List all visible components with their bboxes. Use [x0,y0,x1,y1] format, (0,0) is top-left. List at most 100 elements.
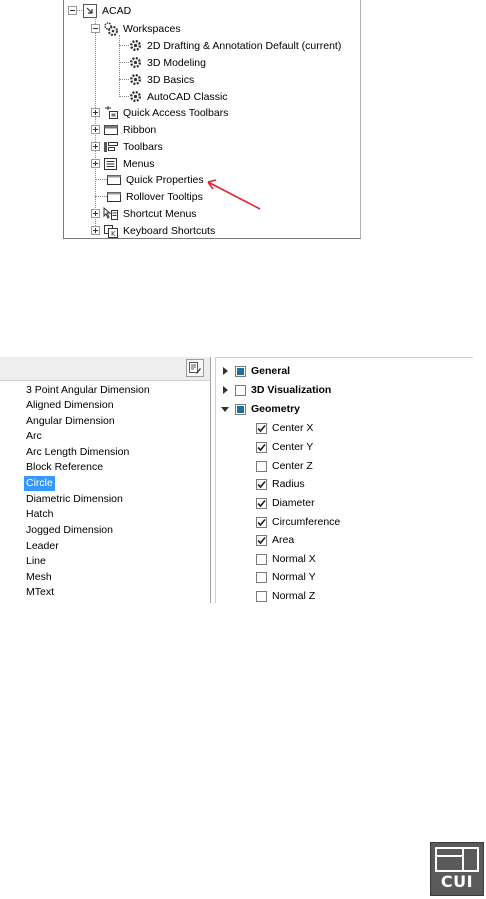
expand-toggle[interactable] [91,125,100,134]
property-center-z[interactable]: Center Z [256,457,313,475]
edit-object-type-list-button[interactable] [186,359,204,377]
tree-item-ribbon[interactable]: Ribbon [91,121,156,138]
property-area[interactable]: Area [256,531,294,549]
gear-icon [127,56,143,70]
property-label: Center Z [272,460,313,472]
tree-item-workspace[interactable]: AutoCAD Classic [127,88,228,105]
property-circumference[interactable]: Circumference [256,513,340,531]
expand-arrow-icon[interactable] [221,367,229,375]
category-label: General [251,365,291,377]
property-checkbox[interactable] [256,571,267,583]
category-checkbox[interactable] [235,365,246,377]
annotation-arrow [207,179,261,210]
tree-item-label: Quick Properties [126,173,204,186]
object-type-item[interactable]: Arc Length Dimension [24,445,131,460]
property-checkbox[interactable] [256,422,267,434]
tree-item-label: Workspaces [123,22,181,35]
property-label: Normal Y [272,571,316,583]
property-radius[interactable]: Radius [256,475,305,493]
tree-item-quick-access-toolbars[interactable]: Quick Access Toolbars [91,104,228,121]
object-type-item[interactable]: Aligned Dimension [24,398,116,413]
tree-item-workspace[interactable]: 3D Modeling [127,54,206,71]
object-type-item[interactable]: Diametric Dimension [24,492,125,507]
tree-item-shortcut-menus[interactable]: Shortcut Menus [91,205,197,222]
property-checkbox[interactable] [256,516,267,528]
tree-item-label: AutoCAD Classic [147,90,228,103]
category-general[interactable]: General [221,362,290,380]
property-checkbox[interactable] [256,590,267,602]
workspaces-gears-icon [103,21,119,36]
expand-toggle[interactable] [91,142,100,151]
object-type-item[interactable]: Arc [24,429,44,444]
property-checkbox[interactable] [256,553,267,565]
property-checkbox[interactable] [256,441,267,453]
property-center-x[interactable]: Center X [256,419,313,437]
property-checkbox[interactable] [256,478,267,490]
object-type-item[interactable]: 3 Point Angular Dimension [24,383,152,398]
tree-item-menus[interactable]: Menus [91,155,155,172]
property-checkbox[interactable] [256,497,267,509]
tree-item-label: Toolbars [123,140,163,153]
tree-item-label: ACAD [102,4,132,17]
property-label: Center X [272,422,314,434]
tree-item-keyboard-shortcuts[interactable]: K Keyboard Shortcuts [91,222,216,238]
property-label: Area [272,534,295,546]
keyboard-shortcuts-icon: K [103,224,119,238]
svg-text:K: K [111,230,116,238]
tree-item-quick-properties[interactable]: Quick Properties [106,171,204,188]
tree-item-rollover-tooltips[interactable]: Rollover Tooltips [106,188,203,205]
object-type-item[interactable]: Block Reference [24,460,105,475]
gear-icon [127,90,143,104]
gear-icon [127,73,143,87]
cui-icon-frame [435,847,479,872]
expand-arrow-icon[interactable] [221,386,229,394]
object-list-header [0,357,210,381]
checkmark-icon [257,536,266,544]
tree-item-acad[interactable]: ACAD [68,2,131,19]
collapse-arrow-icon[interactable] [221,405,229,413]
toolbars-icon [103,140,119,154]
property-normal-y[interactable]: Normal Y [256,568,316,586]
tree-item-workspaces[interactable]: Workspaces [91,20,181,37]
object-type-item[interactable]: MText [24,585,56,600]
property-normal-x[interactable]: Normal X [256,550,316,568]
tree-item-label: Keyboard Shortcuts [123,224,216,237]
shortcut-menus-icon [103,206,119,221]
category-3d-visualization[interactable]: 3D Visualization [221,381,331,399]
property-diameter[interactable]: Diameter [256,494,315,512]
category-checkbox[interactable] [235,384,246,396]
object-type-item[interactable]: Hatch [24,507,55,522]
object-type-item[interactable]: Angular Dimension [24,414,117,429]
object-type-item-selected[interactable]: Circle [24,476,55,491]
tree-item-label: Ribbon [123,123,157,136]
property-checkbox[interactable] [256,460,267,472]
expand-toggle[interactable] [91,209,100,218]
property-center-y[interactable]: Center Y [256,438,313,456]
tree-item-label: Rollover Tooltips [126,190,203,203]
tree-item-workspace[interactable]: 2D Drafting & Annotation Default (curren… [127,37,341,54]
tree-item-toolbars[interactable]: Toolbars [91,138,163,155]
collapse-toggle[interactable] [91,24,100,33]
property-normal-z[interactable]: Normal Z [256,587,315,603]
category-label: 3D Visualization [251,384,332,396]
object-type-item[interactable]: Jogged Dimension [24,523,115,538]
expand-toggle[interactable] [91,159,100,168]
property-checkbox[interactable] [256,534,267,546]
checkmark-icon [257,518,266,526]
tree-item-workspace[interactable]: 3D Basics [127,71,194,88]
object-type-item[interactable]: Line [24,554,48,569]
object-type-list: 3 Point Angular Dimension Aligned Dimens… [0,357,211,603]
expand-toggle[interactable] [91,226,100,235]
tree-item-label: 3D Basics [147,73,195,86]
expand-toggle[interactable] [91,108,100,117]
property-label: Normal Z [272,590,316,602]
object-type-item[interactable]: Mesh [24,570,54,585]
cui-icon-text: CUI [440,872,474,891]
property-label: Normal X [272,553,316,565]
ribbon-icon [103,123,119,137]
category-geometry[interactable]: Geometry [221,400,300,418]
collapse-toggle[interactable] [68,6,77,15]
object-type-item[interactable]: Leader [24,539,61,554]
category-checkbox[interactable] [235,403,246,415]
property-label: Diameter [272,497,315,509]
